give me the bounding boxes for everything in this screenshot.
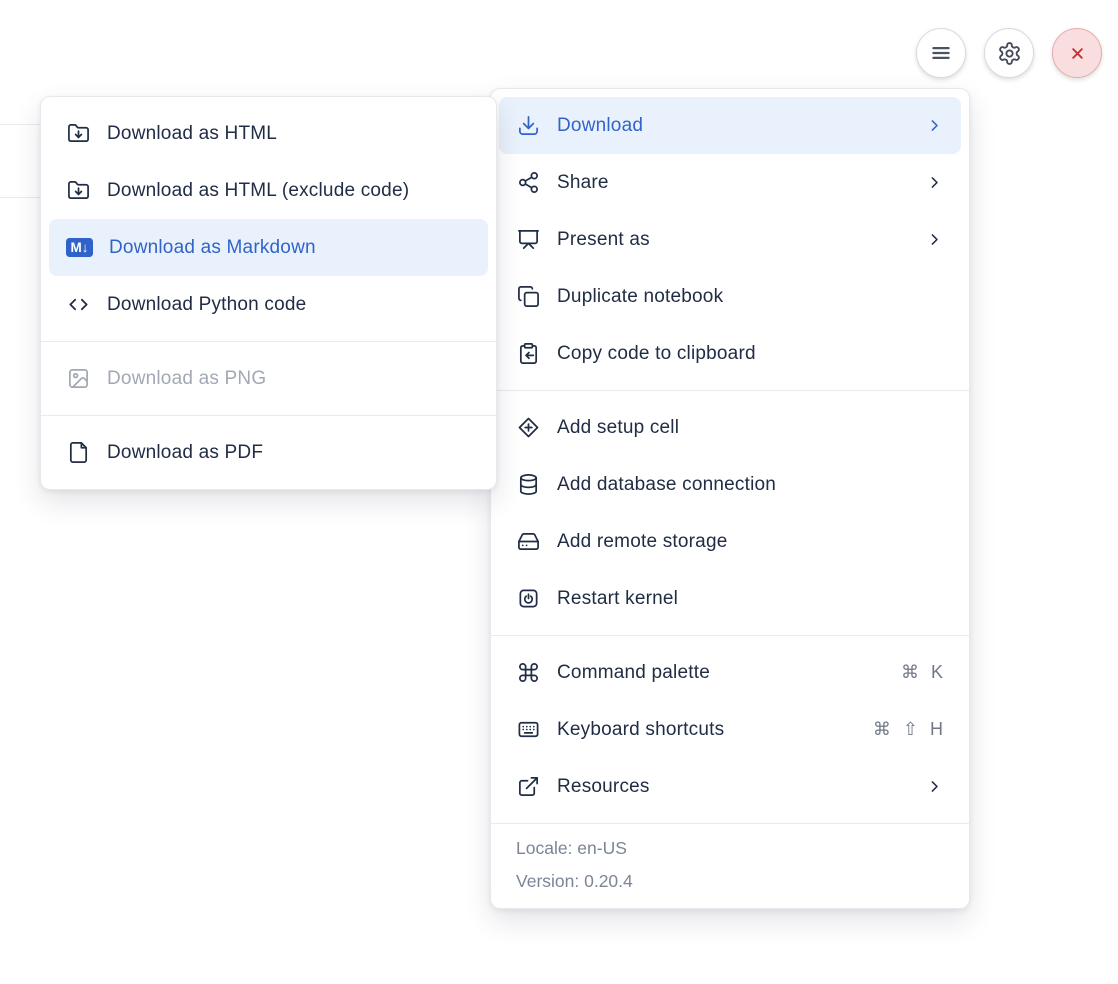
chevron-right-icon (926, 778, 943, 795)
folder-down-icon (66, 121, 91, 146)
menu-item-resources[interactable]: Resources (499, 758, 961, 815)
menu-item-label: Add database connection (557, 474, 943, 496)
menu-item-label: Copy code to clipboard (557, 343, 943, 365)
menu-item-download-as-markdown[interactable]: M↓ Download as Markdown (49, 219, 488, 276)
chevron-right-icon (926, 231, 943, 248)
menu-item-label: Present as (557, 229, 910, 251)
file-icon (66, 440, 91, 465)
menu-item-label: Download as PNG (107, 368, 470, 390)
notebook-menu-panel: Download Share (490, 88, 970, 909)
command-icon (516, 660, 541, 685)
markdown-badge: M↓ (66, 238, 93, 257)
menu-item-command-palette[interactable]: Command palette ⌘ K (499, 644, 961, 701)
folder-down-icon (66, 178, 91, 203)
markdown-icon: M↓ (66, 235, 93, 260)
duplicate-icon (516, 284, 541, 309)
settings-button[interactable] (984, 28, 1034, 78)
menu-item-download-as-png[interactable]: Download as PNG (49, 350, 488, 407)
menu-group-kernel-actions: Add setup cell Add database connection (491, 391, 969, 635)
menu-item-label: Resources (557, 776, 910, 798)
menu-item-keyboard-shortcuts[interactable]: Keyboard shortcuts ⌘ ⇧ H (499, 701, 961, 758)
menu-item-add-setup-cell[interactable]: Add setup cell (499, 399, 961, 456)
external-link-icon (516, 774, 541, 799)
menu-item-copy-code[interactable]: Copy code to clipboard (499, 325, 961, 382)
menu-item-label: Command palette (557, 662, 885, 684)
menu-item-add-database-connection[interactable]: Add database connection (499, 456, 961, 513)
version-text: Version: 0.20.4 (491, 865, 969, 898)
background-rule (0, 124, 40, 125)
presentation-icon (516, 227, 541, 252)
close-button[interactable] (1052, 28, 1102, 78)
image-icon (66, 366, 91, 391)
database-icon (516, 472, 541, 497)
code-icon (66, 292, 91, 317)
menu-item-label: Download as Markdown (109, 237, 470, 259)
menu-item-label: Download (557, 115, 910, 137)
menu-item-download-as-html[interactable]: Download as HTML (49, 105, 488, 162)
menu-item-label: Keyboard shortcuts (557, 719, 857, 741)
menu-group-help: Command palette ⌘ K Keyboard shortcuts ⌘… (491, 636, 969, 823)
submenu-group-png: Download as PNG (41, 342, 496, 415)
menu-item-add-remote-storage[interactable]: Add remote storage (499, 513, 961, 570)
keyboard-icon (516, 717, 541, 742)
diamond-plus-icon (516, 415, 541, 440)
hard-drive-icon (516, 529, 541, 554)
keyboard-shortcut-hint: ⌘ ⇧ H (873, 719, 943, 740)
menu-item-download[interactable]: Download (499, 97, 961, 154)
menu-item-label: Download Python code (107, 294, 470, 316)
menu-item-label: Restart kernel (557, 588, 943, 610)
locale-text: Locale: en-US (491, 832, 969, 865)
share-icon (516, 170, 541, 195)
menu-footer: Locale: en-US Version: 0.20.4 (491, 824, 969, 908)
menu-item-label: Download as HTML (107, 123, 470, 145)
menu-item-download-as-pdf[interactable]: Download as PDF (49, 424, 488, 481)
app-canvas: Download Share (0, 0, 1118, 984)
menu-item-label: Add remote storage (557, 531, 943, 553)
submenu-group-documents: Download as HTML Download as HTML (exclu… (41, 97, 496, 341)
gear-icon (997, 41, 1022, 66)
chevron-right-icon (926, 174, 943, 191)
menu-item-download-python-code[interactable]: Download Python code (49, 276, 488, 333)
menu-item-duplicate-notebook[interactable]: Duplicate notebook (499, 268, 961, 325)
menu-item-share[interactable]: Share (499, 154, 961, 211)
background-rule (0, 197, 40, 198)
menu-item-label: Share (557, 172, 910, 194)
menu-item-present-as[interactable]: Present as (499, 211, 961, 268)
menu-item-label: Duplicate notebook (557, 286, 943, 308)
download-icon (516, 113, 541, 138)
menu-item-restart-kernel[interactable]: Restart kernel (499, 570, 961, 627)
download-submenu-panel: Download as HTML Download as HTML (exclu… (40, 96, 497, 490)
keyboard-shortcut-hint: ⌘ K (901, 662, 943, 683)
notebook-menu-button[interactable] (916, 28, 966, 78)
submenu-group-pdf: Download as PDF (41, 416, 496, 489)
hamburger-icon (928, 40, 954, 66)
menu-item-label: Download as HTML (exclude code) (107, 180, 470, 202)
menu-group-notebook-actions: Download Share (491, 89, 969, 390)
clipboard-copy-icon (516, 341, 541, 366)
menu-item-label: Add setup cell (557, 417, 943, 439)
power-icon (516, 586, 541, 611)
menu-item-download-as-html-exclude-code[interactable]: Download as HTML (exclude code) (49, 162, 488, 219)
close-icon (1066, 42, 1089, 65)
chevron-right-icon (926, 117, 943, 134)
menu-item-label: Download as PDF (107, 442, 470, 464)
